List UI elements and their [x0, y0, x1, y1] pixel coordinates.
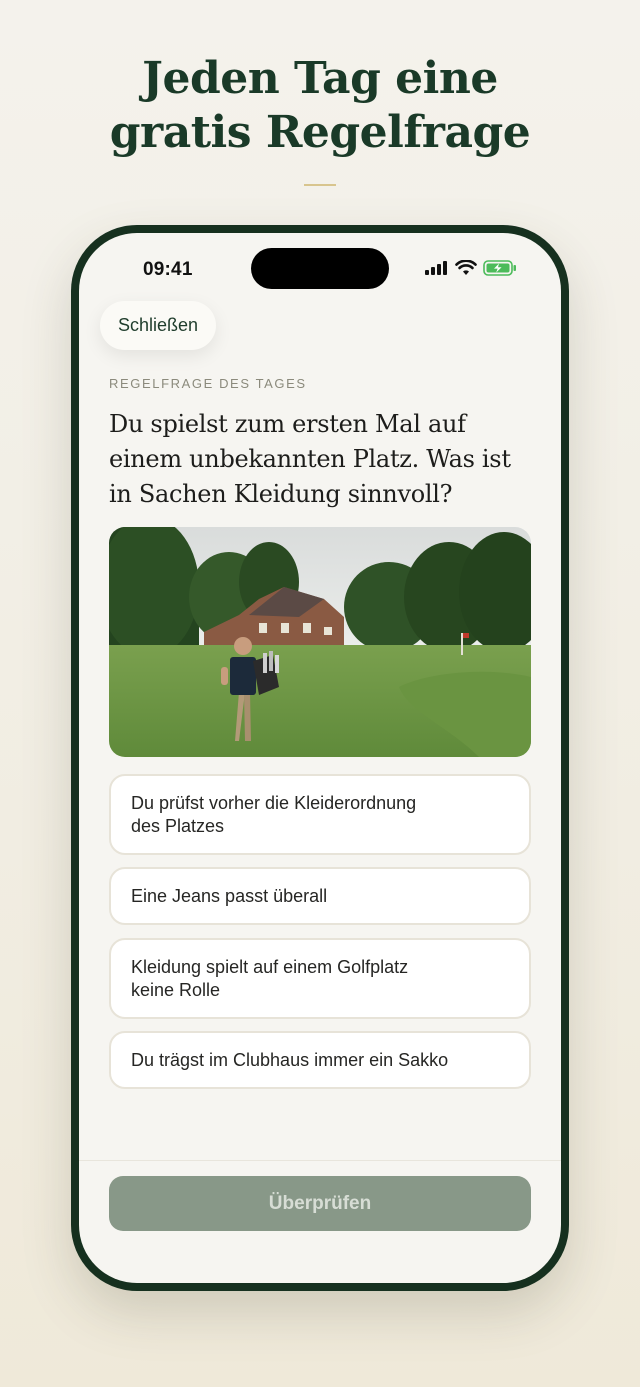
golf-course-photo [109, 527, 531, 757]
headline-line-1: Jeden Tag eine [142, 53, 498, 104]
promo-headline: Jeden Tag eine gratis Regelfrage [0, 52, 640, 160]
answer-option-1-text: Du prüfst vorher die Kleiderordnung des P… [131, 792, 417, 836]
answer-option-2[interactable]: Eine Jeans passt überall [109, 867, 531, 925]
answer-option-2-text: Eine Jeans passt überall [131, 885, 328, 906]
footer-divider [79, 1160, 561, 1161]
section-eyebrow: REGELFRAGE DES TAGES [109, 376, 307, 391]
answer-option-4-text: Du trägst im Clubhaus immer ein Sakko [131, 1049, 449, 1070]
dynamic-island [251, 248, 389, 289]
signal-icon [425, 261, 447, 275]
status-icons [425, 260, 517, 276]
question-text: Du spielst zum ersten Mal auf einem unbe… [109, 410, 511, 508]
phone-screen: 09:41 Schließen REGELFRAGE DES TAGES Du … [79, 233, 561, 1283]
phone-frame: 09:41 Schließen REGELFRAGE DES TAGES Du … [71, 225, 569, 1291]
answer-option-4[interactable]: Du trägst im Clubhaus immer ein Sakko [109, 1031, 531, 1089]
gold-divider [304, 184, 336, 186]
answer-option-3-text: Kleidung spielt auf einem Golfplatz keine… [131, 956, 409, 1000]
check-answer-button[interactable]: Überprüfen [109, 1176, 531, 1231]
close-button[interactable]: Schließen [100, 301, 217, 350]
headline-line-2: gratis Regelfrage [109, 107, 531, 158]
answer-option-3[interactable]: Kleidung spielt auf einem Golfplatz keine… [109, 938, 531, 1019]
status-time: 09:41 [143, 259, 193, 280]
battery-charging-icon [483, 260, 516, 276]
answer-option-1[interactable]: Du prüfst vorher die Kleiderordnung des P… [109, 774, 531, 855]
wifi-icon [455, 260, 477, 275]
